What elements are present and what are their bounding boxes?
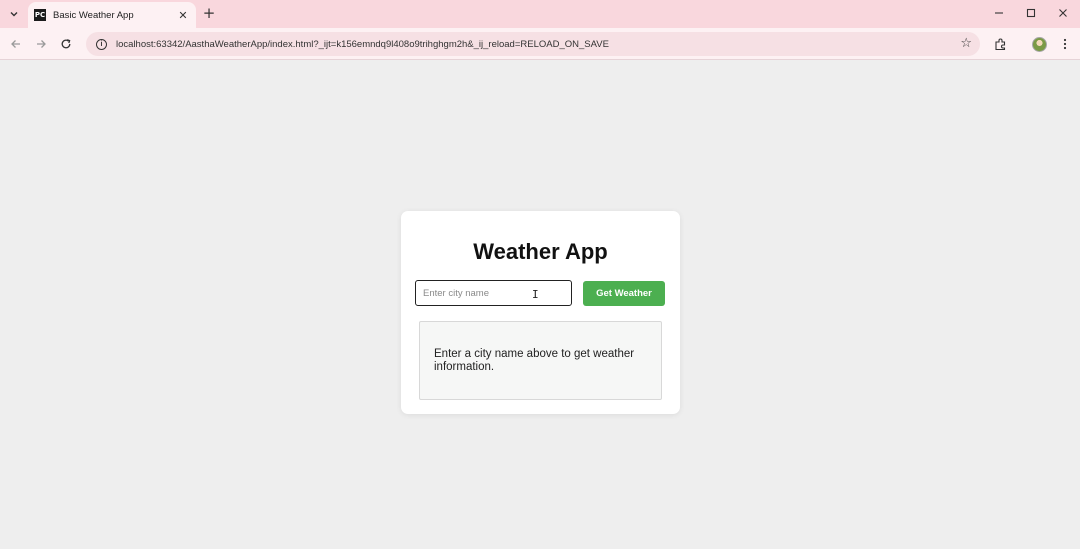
back-arrow-icon[interactable] <box>6 34 26 54</box>
active-tab[interactable]: PC Basic Weather App ✕ <box>28 2 196 28</box>
maximize-button[interactable] <box>1021 4 1041 22</box>
page-viewport: Weather App I Get Weather Enter a city n… <box>0 61 1080 549</box>
minimize-button[interactable] <box>989 4 1009 22</box>
get-weather-button[interactable]: Get Weather <box>583 281 665 306</box>
weather-result-message: Enter a city name above to get weather i… <box>434 347 635 373</box>
browser-toolbar: i localhost:63342/AasthaWeatherApp/index… <box>0 28 1080 60</box>
address-bar[interactable]: i localhost:63342/AasthaWeatherApp/index… <box>86 32 980 56</box>
tab-search-icon[interactable] <box>4 4 24 24</box>
weather-result-panel: Enter a city name above to get weather i… <box>419 321 662 400</box>
pycharm-favicon-icon: PC <box>34 9 46 21</box>
info-icon[interactable]: i <box>96 38 107 50</box>
profile-avatar[interactable] <box>1029 34 1049 54</box>
tab-strip: PC Basic Weather App ✕ + <box>0 0 1080 28</box>
url-text[interactable]: localhost:63342/AasthaWeatherApp/index.h… <box>116 39 609 50</box>
tab-close-icon[interactable]: ✕ <box>176 9 190 22</box>
weather-card: Weather App I Get Weather Enter a city n… <box>401 211 680 414</box>
close-window-button[interactable] <box>1053 4 1073 22</box>
avatar <box>1031 36 1047 52</box>
reload-icon[interactable] <box>56 34 76 54</box>
new-tab-button[interactable]: + <box>200 4 218 22</box>
kebab-menu-icon[interactable] <box>1055 34 1075 54</box>
city-search-input[interactable] <box>415 280 572 306</box>
tab-title: Basic Weather App <box>53 9 134 21</box>
extensions-icon[interactable] <box>990 34 1010 54</box>
page-title: Weather App <box>473 239 608 264</box>
star-icon[interactable]: ☆ <box>960 36 972 51</box>
forward-arrow-icon[interactable] <box>31 34 51 54</box>
